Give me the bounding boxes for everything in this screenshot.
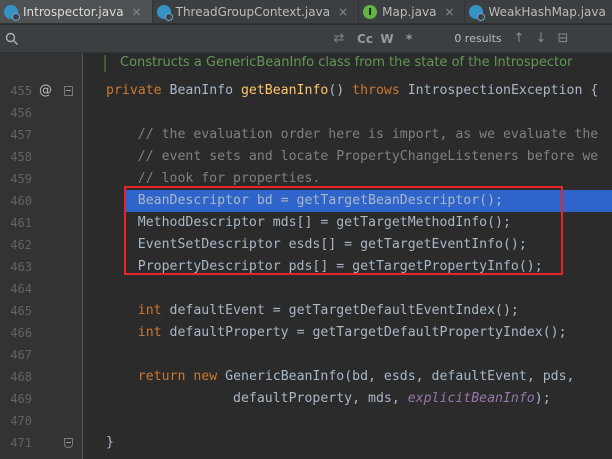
tab-thread-group-context[interactable]: ThreadGroupContext.java × (153, 0, 360, 23)
code-line[interactable]: 466 int defaultProperty = getTargetDefau… (0, 322, 612, 344)
line-number: 467 (10, 348, 32, 362)
code-text: } (106, 435, 114, 450)
find-bar: ⇄ Cc W * 0 results ↑ ↓ ⊟ (0, 25, 612, 53)
code-editor[interactable]: Constructs a GenericBeanInfo class from … (0, 53, 612, 459)
line-number: 457 (10, 128, 32, 142)
code-text: int defaultEvent = getTargetDefaultEvent… (137, 303, 519, 318)
fold-toggle-icon[interactable] (64, 438, 73, 448)
search-results-count: 0 results (454, 32, 502, 45)
line-number: 471 (10, 436, 32, 450)
tab-weak-hash-map[interactable]: WeakHashMap.java × (465, 0, 612, 23)
close-icon[interactable]: × (338, 5, 348, 19)
close-icon[interactable]: × (444, 5, 454, 19)
tab-label: Map.java (382, 5, 437, 19)
line-number: 458 (10, 150, 32, 164)
tab-label: ThreadGroupContext.java (175, 5, 331, 19)
next-occurrence-icon[interactable]: ↓ (530, 31, 552, 46)
rendered-doc-comment: Constructs a GenericBeanInfo class from … (120, 55, 573, 70)
line-number: 466 (10, 326, 32, 340)
tab-label: Introspector.java (23, 5, 124, 19)
code-line[interactable]: 464 (0, 278, 612, 300)
code-line[interactable]: 458 // event sets and locate PropertyCha… (0, 146, 612, 168)
doc-comment-marker (104, 55, 106, 72)
line-number: 462 (10, 238, 32, 252)
code-line[interactable]: 469 defaultProperty, mds, explicitBeanIn… (0, 388, 612, 410)
code-line[interactable]: 457 // the evaluation order here is impo… (0, 124, 612, 146)
annotation-marker-icon[interactable]: @ (39, 80, 52, 102)
code-line[interactable]: 456 (0, 102, 612, 124)
code-text: // event sets and locate PropertyChangeL… (106, 149, 599, 164)
code-line[interactable]: 468 return new GenericBeanInfo(bd, esds,… (0, 366, 612, 388)
code-line[interactable]: 467 (0, 344, 612, 366)
fold-toggle-icon[interactable] (64, 86, 73, 96)
match-case-toggle[interactable]: Cc (354, 32, 376, 46)
replace-toggle-icon[interactable]: ⇄ (324, 31, 354, 46)
code-line[interactable]: 471} (0, 432, 612, 454)
code-text: return new GenericBeanInfo(bd, esds, def… (137, 369, 575, 384)
line-number: 468 (10, 370, 32, 384)
whole-words-toggle[interactable]: W (376, 32, 398, 46)
class-icon (156, 5, 173, 21)
code-text: private BeanInfo getBeanInfo() throws In… (106, 83, 599, 98)
search-input[interactable] (24, 27, 324, 50)
search-icon[interactable] (0, 32, 24, 46)
code-line[interactable]: 470 (0, 410, 612, 432)
tab-label: WeakHashMap.java (488, 5, 606, 19)
line-number: 463 (10, 260, 32, 274)
code-line[interactable]: 465 int defaultEvent = getTargetDefaultE… (0, 300, 612, 322)
line-number: 469 (10, 392, 32, 406)
line-number: 461 (10, 216, 32, 230)
interface-icon: I (363, 5, 378, 19)
annotation-highlight-box (124, 186, 563, 275)
code-line[interactable]: 455 @ private BeanInfo getBeanInfo() throw… (0, 80, 612, 102)
line-number: 470 (10, 414, 32, 428)
line-number: 464 (10, 282, 32, 296)
previous-occurrence-icon[interactable]: ↑ (508, 31, 530, 46)
tab-introspector[interactable]: Introspector.java × (0, 0, 153, 23)
tab-map[interactable]: I Map.java × (359, 0, 466, 23)
line-number: 456 (10, 106, 32, 120)
code-text: defaultProperty, mds, explicitBeanInfo); (106, 391, 551, 406)
code-text: // the evaluation order here is import, … (106, 127, 599, 142)
line-number: 455 (10, 84, 32, 98)
line-number: 460 (10, 194, 32, 208)
filter-icon[interactable]: ⊟ (552, 31, 574, 46)
class-icon (4, 5, 20, 21)
code-text: int defaultProperty = getTargetDefaultPr… (137, 325, 567, 340)
close-icon[interactable]: × (132, 5, 142, 19)
line-number: 465 (10, 304, 32, 318)
line-number: 459 (10, 172, 32, 186)
class-icon (469, 5, 486, 21)
editor-tab-bar: Introspector.java × ThreadGroupContext.j… (0, 0, 612, 24)
regex-toggle[interactable]: * (398, 32, 420, 46)
